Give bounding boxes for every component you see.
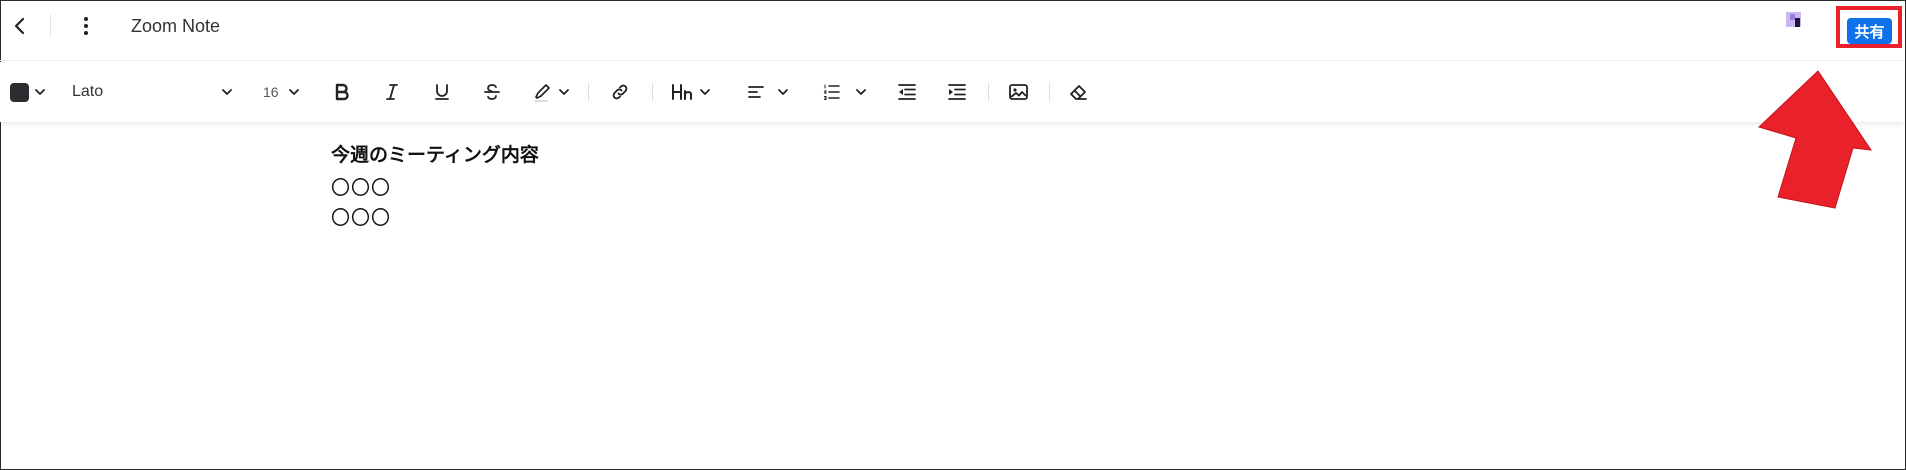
outdent-button[interactable] [897,80,917,104]
page-title: Zoom Note [131,16,221,36]
bold-button[interactable] [332,80,352,104]
italic-icon [386,84,398,100]
underline-icon [435,84,449,100]
italic-button[interactable] [382,80,402,104]
chevron-down-icon [778,89,788,95]
outdent-icon [898,84,916,100]
font-family-value: Lato [72,83,104,100]
more-options-button[interactable] [74,14,98,38]
more-vertical-icon [84,17,88,35]
strikethrough-button[interactable] [482,80,502,104]
font-size-value: 16 [263,84,279,100]
top-bar: Zoom Note 共有 [0,0,1904,61]
indent-icon [948,84,966,100]
underline-button[interactable] [432,80,452,104]
heading-icon [672,84,692,100]
font-size-select[interactable]: 16 [263,80,303,104]
back-button[interactable] [8,14,32,38]
note-heading: 今週のミーティング内容 [331,144,539,166]
list-select[interactable] [822,80,868,104]
toolbar-divider [652,83,653,101]
text-align-select[interactable] [746,80,790,104]
toolbar-divider [988,83,989,101]
link-button[interactable] [610,80,630,104]
avatar-icon[interactable] [1786,12,1801,27]
share-highlight-box: 共有 [1836,6,1902,48]
strikethrough-icon [484,84,500,100]
numbered-list-icon [823,84,840,100]
align-left-icon [748,86,764,98]
red-arrow-annotation [1758,70,1873,209]
highlighter-icon [535,84,550,102]
image-icon [1009,84,1028,100]
heading-select[interactable] [670,80,712,104]
indent-button[interactable] [947,80,967,104]
note-editor[interactable]: 今週のミーティング内容 〇〇〇 〇〇〇 [331,140,539,236]
toolbar-divider [1049,83,1050,101]
link-icon [612,84,628,100]
chevron-down-icon [289,89,299,95]
chevron-down-icon [222,89,232,95]
highlight-color-picker[interactable] [532,80,571,104]
insert-image-button[interactable] [1008,80,1029,104]
clear-formatting-button[interactable] [1068,80,1089,104]
chevron-left-icon [14,17,25,35]
divider [50,14,51,38]
chevron-down-icon [856,89,866,95]
text-color-picker[interactable] [10,80,47,104]
chevron-down-icon [700,89,710,95]
share-button[interactable]: 共有 [1847,18,1892,44]
chevron-down-icon [35,89,45,95]
toolbar-divider [588,83,589,101]
bold-icon [335,83,349,101]
eraser-icon [1070,85,1087,100]
formatting-toolbar: Lato 16 [0,62,1904,122]
font-family-select[interactable]: Lato [72,80,237,104]
note-line: 〇〇〇 [331,207,392,229]
text-color-swatch [10,82,29,102]
chevron-down-icon [559,89,569,95]
